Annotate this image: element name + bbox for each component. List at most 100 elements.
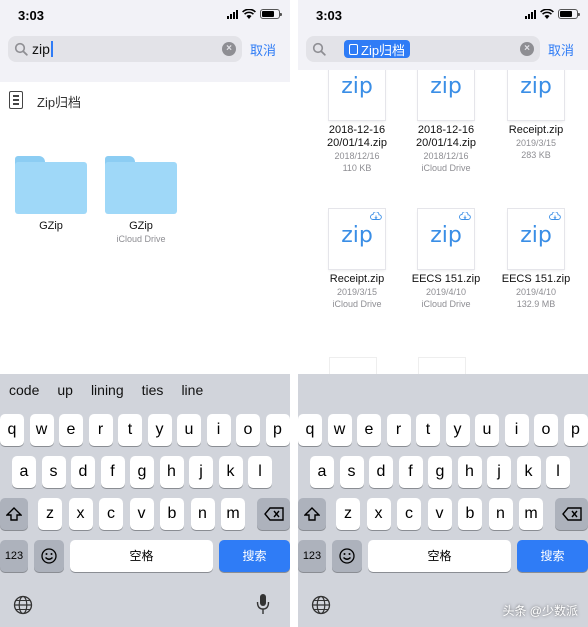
zip-file-icon: zip — [329, 209, 385, 269]
key-k[interactable]: k — [516, 456, 541, 488]
key-j[interactable]: j — [487, 456, 511, 488]
prediction-line[interactable]: line — [175, 382, 209, 404]
key-v[interactable]: v — [129, 498, 154, 530]
folder-item[interactable]: GZip iCloud Drive — [104, 156, 178, 244]
file-thumbnail-partial[interactable] — [330, 358, 376, 374]
file-item[interactable]: zip 2018-12-16 20/01/14.zip 2018/12/16 i… — [401, 70, 491, 174]
key-u[interactable]: u — [475, 414, 499, 446]
file-name: Receipt.zip — [329, 273, 385, 285]
key-c[interactable]: c — [397, 498, 421, 530]
key-s[interactable]: s — [41, 456, 66, 488]
emoji-key[interactable] — [332, 540, 362, 572]
key-h[interactable]: h — [457, 456, 482, 488]
key-h[interactable]: h — [159, 456, 184, 488]
globe-icon[interactable] — [311, 595, 331, 615]
search-input[interactable]: zip × — [8, 36, 242, 62]
globe-icon[interactable] — [13, 595, 33, 615]
key-d[interactable]: d — [71, 456, 95, 488]
key-w[interactable]: w — [29, 414, 54, 446]
file-item[interactable]: zip Receipt.zip 2019/3/15 283 KB — [491, 70, 581, 161]
file-thumbnail-partial[interactable] — [419, 358, 465, 374]
zip-file-icon: zip — [418, 209, 474, 269]
key-o[interactable]: o — [534, 414, 558, 446]
key-o[interactable]: o — [236, 414, 260, 446]
cancel-button[interactable]: 取消 — [250, 40, 276, 59]
folder-item[interactable]: GZip — [14, 156, 88, 234]
file-item[interactable]: zip EECS 151.zip 2019/4/10 132.9 MB — [491, 209, 581, 310]
key-i[interactable]: i — [504, 414, 529, 446]
wifi-icon — [540, 9, 554, 19]
delete-key[interactable] — [257, 498, 290, 530]
key-p[interactable]: p — [265, 414, 290, 446]
document-icon — [9, 91, 23, 109]
key-z[interactable]: z — [336, 498, 360, 530]
numbers-key[interactable]: 123 — [0, 540, 28, 572]
prediction-lining[interactable]: lining — [85, 382, 130, 404]
key-m[interactable]: m — [519, 498, 543, 530]
microphone-icon[interactable] — [256, 593, 270, 615]
key-t[interactable]: t — [118, 414, 142, 446]
search-key[interactable]: 搜索 — [517, 540, 588, 572]
key-d[interactable]: d — [369, 456, 393, 488]
space-key[interactable]: 空格 — [368, 540, 511, 572]
shift-key[interactable] — [0, 498, 28, 530]
key-s[interactable]: s — [339, 456, 364, 488]
file-item[interactable]: zip EECS 151.zip 2019/4/10 iCloud Drive — [401, 209, 491, 310]
key-g[interactable]: g — [130, 456, 154, 488]
key-n[interactable]: n — [488, 498, 513, 530]
key-a[interactable]: a — [310, 456, 334, 488]
key-j[interactable]: j — [189, 456, 213, 488]
file-detail: 132.9 MB — [516, 299, 556, 309]
key-y[interactable]: y — [445, 414, 470, 446]
clear-icon[interactable]: × — [222, 42, 236, 56]
key-k[interactable]: k — [218, 456, 243, 488]
key-f[interactable]: f — [398, 456, 423, 488]
key-e[interactable]: e — [59, 414, 83, 446]
prediction-code[interactable]: code — [3, 382, 45, 404]
cancel-button[interactable]: 取消 — [548, 40, 574, 59]
key-r[interactable]: r — [88, 414, 113, 446]
key-f[interactable]: f — [100, 456, 125, 488]
key-b[interactable]: b — [160, 498, 184, 530]
key-q[interactable]: q — [298, 414, 322, 446]
key-x[interactable]: x — [366, 498, 391, 530]
key-b[interactable]: b — [458, 498, 482, 530]
key-row-1: qwertyuiop — [298, 414, 588, 446]
key-a[interactable]: a — [12, 456, 36, 488]
emoji-key[interactable] — [34, 540, 64, 572]
key-x[interactable]: x — [68, 498, 93, 530]
key-y[interactable]: y — [147, 414, 172, 446]
space-key[interactable]: 空格 — [70, 540, 213, 572]
key-z[interactable]: z — [38, 498, 62, 530]
key-v[interactable]: v — [427, 498, 452, 530]
file-grid: zip 2018-12-16 20/01/14.zip 2018/12/16 1… — [298, 70, 588, 374]
key-c[interactable]: c — [99, 498, 123, 530]
search-bar: zip × 取消 — [0, 30, 290, 70]
key-w[interactable]: w — [327, 414, 352, 446]
key-u[interactable]: u — [177, 414, 201, 446]
key-e[interactable]: e — [357, 414, 381, 446]
key-l[interactable]: l — [248, 456, 272, 488]
key-q[interactable]: q — [0, 414, 24, 446]
numbers-key[interactable]: 123 — [298, 540, 326, 572]
key-i[interactable]: i — [206, 414, 231, 446]
search-suggestion-zip-archive[interactable]: Zip归档 — [0, 82, 290, 118]
key-p[interactable]: p — [563, 414, 588, 446]
prediction-up[interactable]: up — [51, 382, 79, 404]
file-item[interactable]: zip Receipt.zip 2019/3/15 iCloud Drive — [312, 209, 402, 310]
keyboard: qwertyuiop asdfghjkl zxcvbnm 123 空格 搜索 — [298, 374, 588, 627]
key-g[interactable]: g — [428, 456, 452, 488]
shift-key[interactable] — [298, 498, 326, 530]
key-m[interactable]: m — [221, 498, 245, 530]
file-item[interactable]: zip 2018-12-16 20/01/14.zip 2018/12/16 1… — [312, 70, 402, 174]
key-r[interactable]: r — [386, 414, 411, 446]
delete-key[interactable] — [555, 498, 588, 530]
key-t[interactable]: t — [416, 414, 440, 446]
search-input[interactable]: Zip归档 × — [306, 36, 540, 62]
key-l[interactable]: l — [546, 456, 570, 488]
search-token-zip-archive[interactable]: Zip归档 — [344, 40, 411, 58]
clear-icon[interactable]: × — [520, 42, 534, 56]
prediction-ties[interactable]: ties — [136, 382, 170, 404]
key-n[interactable]: n — [190, 498, 215, 530]
search-key[interactable]: 搜索 — [219, 540, 290, 572]
